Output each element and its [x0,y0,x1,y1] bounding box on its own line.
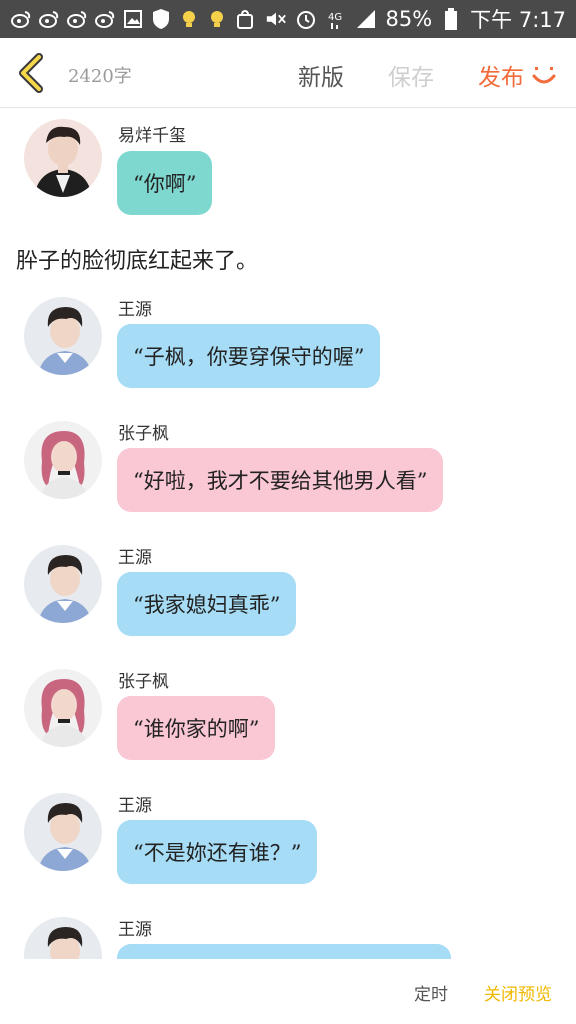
avatar [24,793,102,871]
signal-icon [355,8,377,30]
weibo-icon [66,8,88,30]
close-preview-button[interactable]: 关闭预览 [484,980,552,1005]
bulb-icon [178,8,200,30]
new-version-button[interactable]: 新版 [298,58,344,92]
chat-bubble: “你啊” [117,151,213,215]
editor-header: 2420字 新版 保存 发布 [0,38,576,108]
chat-bubble: “子枫，你要穿保守的喔” [117,324,381,388]
schedule-button[interactable]: 定时 [414,980,448,1005]
chevron-left-icon [19,53,43,93]
weibo-icon [10,8,32,30]
chat-message: 王源 “不是妳还有谁？” [0,789,576,909]
alarm-icon [295,8,317,30]
weibo-icon [38,8,60,30]
chat-bubble [117,944,451,959]
avatar [24,297,102,375]
word-count: 2420字 [68,66,132,87]
chat-message: 王源 “子枫，你要穿保守的喔” [0,293,576,413]
avatar [24,917,102,959]
battery-icon [440,8,462,30]
sender-name: 易烊千玺 [118,126,186,146]
sender-name: 张子枫 [118,424,169,444]
sender-name: 王源 [118,300,152,320]
status-bar-notifications [10,8,256,30]
avatar [24,545,102,623]
back-button[interactable] [12,52,52,94]
chat-bubble: “好啦，我才不要给其他男人看” [117,448,444,512]
avatar [24,669,102,747]
chat-message: 张子枫 “谁你家的啊” [0,665,576,785]
bulb-icon [206,8,228,30]
chat-bubble: “不是妳还有谁？” [117,820,318,884]
status-bar: 4G 85% 下午 7:17 [0,0,576,38]
avatar [24,119,102,197]
save-button[interactable]: 保存 [388,58,434,92]
battery-percent: 85% [385,7,433,31]
publish-label: 发布 [478,65,524,91]
avatar [24,421,102,499]
preview-footer: 定时 关闭预览 [0,960,576,1024]
narration-text: 肸子的脸彻底红起来了。 [16,249,259,274]
story-content[interactable]: 易烊千玺 “你啊” 肸子的脸彻底红起来了。 王源 “子枫，你要穿保守的喔” 张子… [0,109,576,959]
chat-message: 张子枫 “好啦，我才不要给其他男人看” [0,417,576,537]
sender-name: 王源 [118,796,152,816]
chat-message: 王源 [0,913,576,959]
svg-text:4G: 4G [328,12,342,23]
chat-message: 王源 “我家媳妇真乖” [0,541,576,661]
chat-message: 易烊千玺 “你啊” [0,115,576,235]
signal-4g-icon: 4G [325,8,347,30]
bag-icon [234,8,256,30]
shield-icon [150,8,172,30]
sender-name: 王源 [118,920,152,940]
clock: 下午 7:17 [470,8,566,32]
image-icon [122,8,144,30]
chat-bubble: “谁你家的啊” [117,696,276,760]
sender-name: 张子枫 [118,672,169,692]
mute-icon [265,8,287,30]
sender-name: 王源 [118,548,152,568]
weibo-icon [94,8,116,30]
status-bar-system: 4G 85% 下午 7:17 [265,4,566,34]
publish-button[interactable]: 发布 [478,58,556,92]
smile-icon [532,67,556,84]
chat-bubble: “我家媳妇真乖” [117,572,297,636]
